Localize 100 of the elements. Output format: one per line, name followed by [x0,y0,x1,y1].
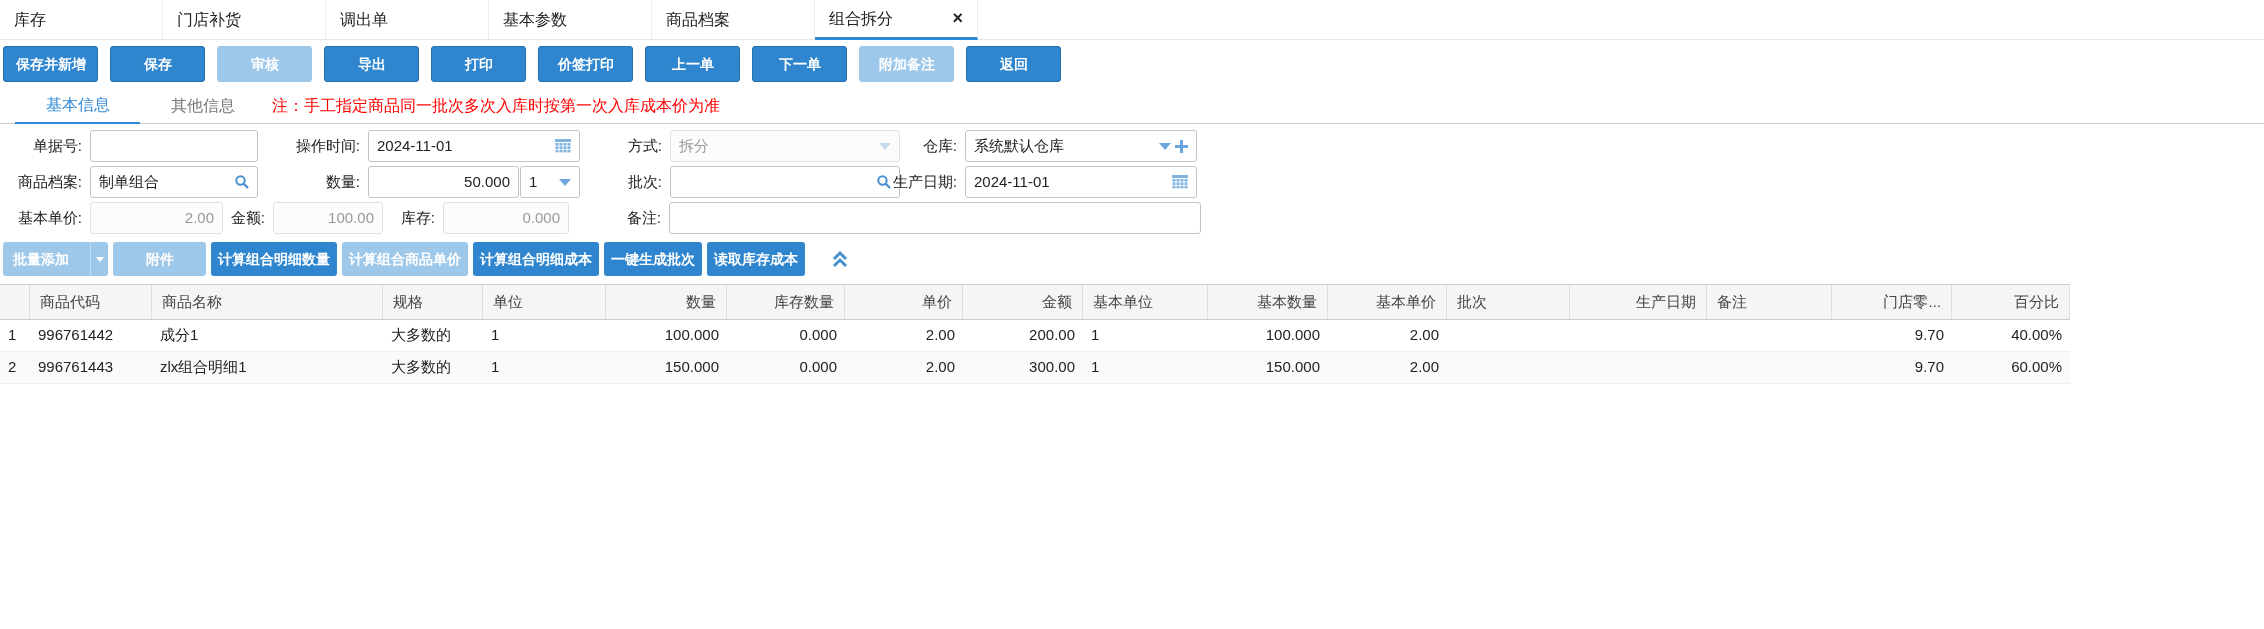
toolbar-button[interactable]: 返回 [966,46,1061,82]
column-header[interactable]: 商品代码 [40,290,100,314]
field-value: 拆分 [679,135,709,156]
table-cell-text: 0.000 [799,325,837,346]
table-cell-text: 1 [1091,325,1100,346]
select-field[interactable]: 系统默认仓库 [965,130,1197,162]
table-cell-text: 300.00 [1029,357,1075,378]
field-label: 备注: [626,207,661,228]
column-header[interactable]: 门店零... [1883,290,1941,314]
column-header[interactable]: 金额 [1042,290,1072,314]
field-label: 商品档案: [17,171,82,192]
quantity-input[interactable]: 50.000 [368,166,519,198]
field-label: 单据号: [32,135,82,156]
table-cell-text: 150.000 [1265,357,1320,378]
caret-icon[interactable] [1159,142,1171,150]
column-header[interactable]: 备注 [1717,290,1747,314]
calendar-icon[interactable] [555,139,571,153]
field-value: 50.000 [464,171,510,192]
table-cell-text: 2.00 [925,325,955,346]
field-value: 制单组合 [99,171,159,192]
search-field[interactable]: 制单组合 [90,166,258,198]
field-label: 方式: [627,135,662,156]
column-header[interactable]: 百分比 [2014,290,2059,314]
date-field[interactable]: 2024-11-01 [368,130,580,162]
search-icon[interactable] [877,175,891,189]
table-cell-text: 996761443 [38,357,114,378]
field-label: 库存: [400,207,435,228]
calendar-icon[interactable] [1172,175,1188,189]
column-header[interactable]: 基本单位 [1093,290,1153,314]
field-value: 2024-11-01 [377,135,453,156]
search-icon[interactable] [235,175,249,189]
field-value: 系统默认仓库 [974,135,1064,156]
subtab[interactable]: 其他信息 [140,87,265,124]
column-header[interactable]: 商品名称 [162,290,222,314]
column-header[interactable]: 生产日期 [1636,290,1696,314]
table-cell-text: 60.00% [2011,357,2062,378]
column-header[interactable]: 规格 [393,290,423,314]
unit-select[interactable]: 1 [520,166,580,198]
column-header[interactable]: 基本单价 [1376,290,1436,314]
tab[interactable]: 商品档案 [652,0,815,40]
input-field[interactable] [90,130,258,162]
table-cell-text: 1 [491,357,500,378]
table-cell-text: 9.70 [1914,357,1944,378]
field-label: 操作时间: [295,135,360,156]
close-button[interactable]: × [952,5,963,32]
table-cell-text: 150.000 [664,357,719,378]
column-header[interactable]: 基本数量 [1257,290,1317,314]
tab[interactable]: 组合拆分 × [815,0,978,40]
column-header[interactable]: 批次 [1457,290,1487,314]
table-cell-text: 大多数的 [391,325,451,346]
column-header[interactable]: 单价 [922,290,952,314]
column-header[interactable]: 库存数量 [774,290,834,314]
action-button[interactable]: 读取库存成本 [707,242,805,276]
tab[interactable]: 门店补货 [163,0,326,40]
field-label: 基本单价: [17,207,82,228]
toolbar-button[interactable]: 价签打印 [538,46,633,82]
toolbar-button[interactable]: 打印 [431,46,526,82]
field-value: 100.00 [328,207,374,228]
action-button[interactable]: 计算组合明细成本 [473,242,599,276]
column-header[interactable]: 单位 [493,290,523,314]
table-cell-text: 1 [491,325,500,346]
table-cell-text: 成分1 [160,325,199,346]
tab[interactable]: 基本参数 [489,0,652,40]
table-cell-text: 100.000 [664,325,719,346]
row-number: 2 [8,357,17,378]
tab[interactable]: 库存 [0,0,163,40]
table-cell-text: 100.000 [1265,325,1320,346]
field-value: 1 [529,171,538,192]
action-button[interactable]: 一键生成批次 [604,242,702,276]
toolbar-button[interactable]: 下一单 [752,46,847,82]
table-cell-text: 996761442 [38,325,114,346]
table-cell-text: 2.00 [1409,325,1439,346]
table-cell-text: 1 [1091,357,1100,378]
toolbar-button[interactable]: 保存 [110,46,205,82]
toolbar-button[interactable]: 保存并新增 [3,46,98,82]
plus-icon[interactable] [1175,139,1188,153]
subtab[interactable]: 基本信息 [15,87,140,124]
column-header[interactable]: 数量 [686,290,716,314]
double-chevron-up-icon[interactable] [832,250,848,268]
table-cell-text: 200.00 [1029,325,1075,346]
field-label: 仓库: [922,135,957,156]
notice-text: 注：手工指定商品同一批次多次入库时按第一次入库成本价为准 [272,95,720,116]
table-cell-text: 0.000 [799,357,837,378]
date-field[interactable]: 2024-11-01 [965,166,1197,198]
field-label: 金额: [230,207,265,228]
caret-icon[interactable] [559,178,571,186]
field-label: 生产日期: [892,171,957,192]
field-value: 0.000 [522,207,560,228]
table-cell-text: 40.00% [2011,325,2062,346]
toolbar-button[interactable]: 导出 [324,46,419,82]
toolbar-button[interactable]: 上一单 [645,46,740,82]
input-field[interactable] [669,202,1201,234]
field-value: 2.00 [184,207,214,228]
field-label: 批次: [627,171,662,192]
table-cell-text: zlx组合明细1 [160,357,247,378]
table-cell-text: 9.70 [1914,325,1944,346]
row-number: 1 [8,325,17,346]
tab[interactable]: 调出单 [326,0,489,40]
action-button[interactable]: 计算组合明细数量 [211,242,337,276]
field-label: 数量: [325,171,360,192]
